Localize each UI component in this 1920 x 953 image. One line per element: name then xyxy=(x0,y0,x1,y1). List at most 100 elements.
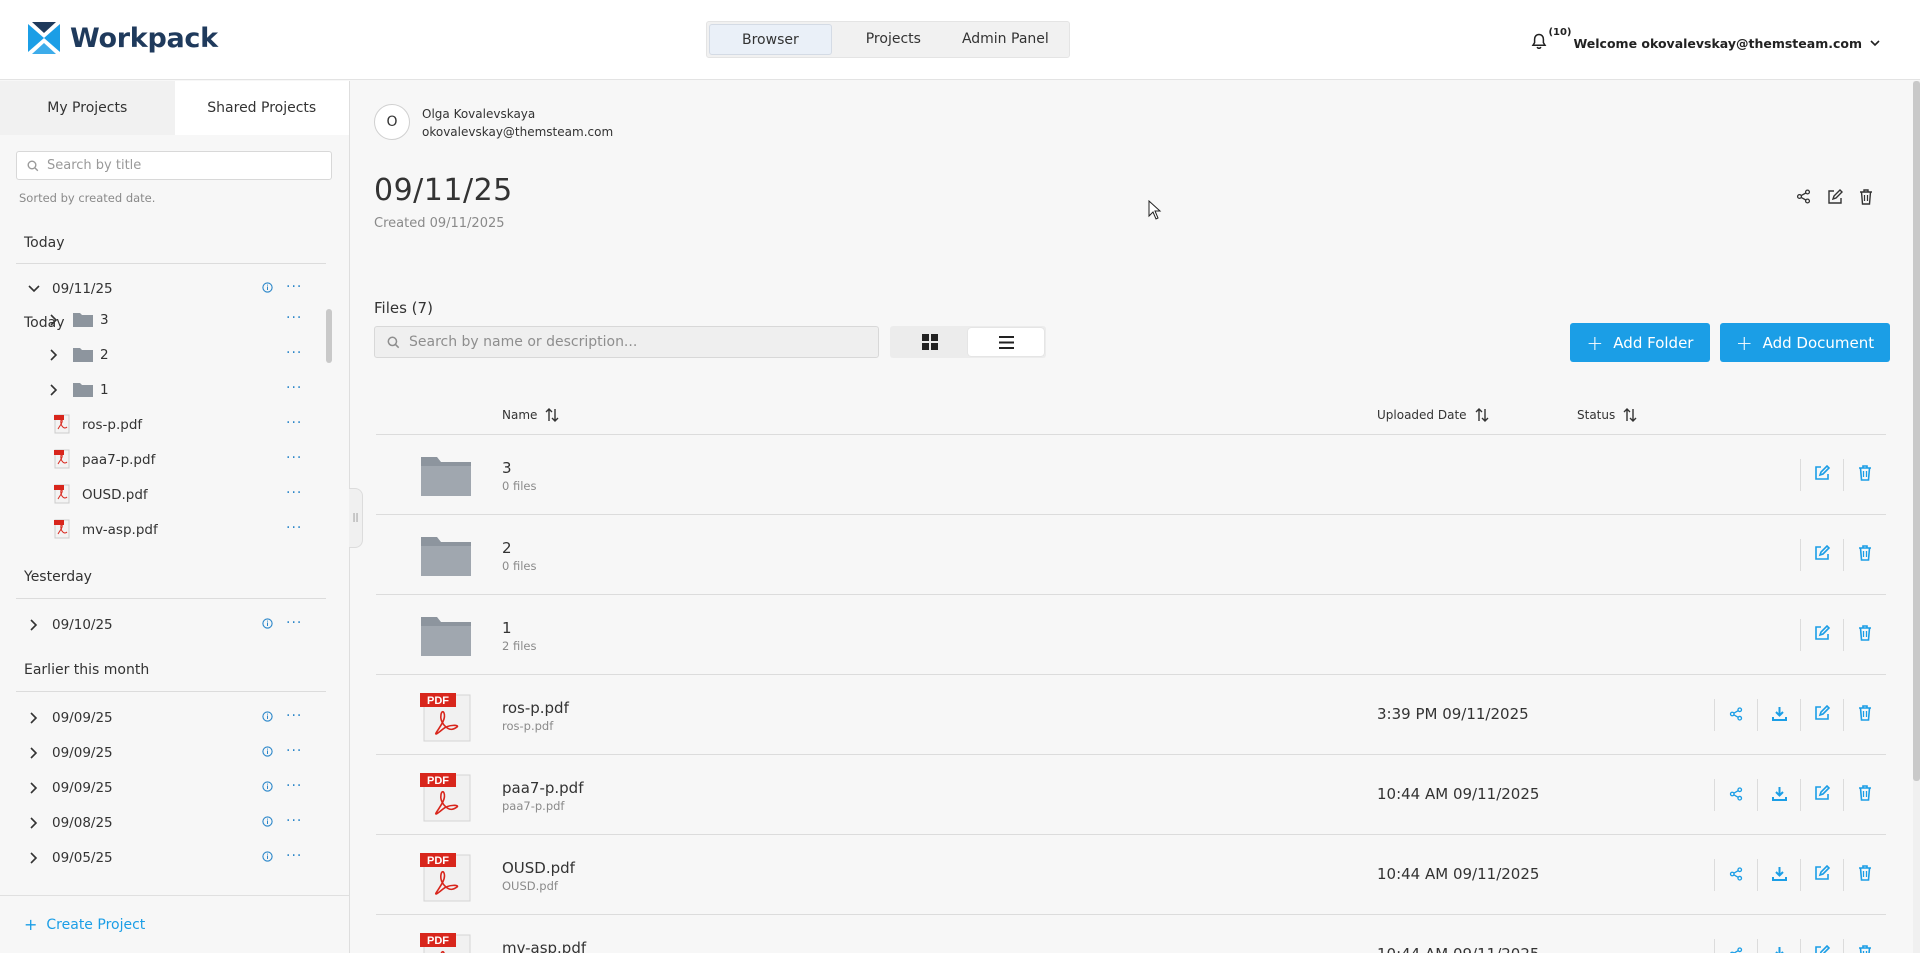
file-name[interactable]: OUSD.pdf xyxy=(502,859,575,877)
more-options-icon[interactable]: ··· xyxy=(286,416,302,430)
share-button[interactable] xyxy=(1714,859,1757,891)
chevron-right-icon[interactable] xyxy=(47,348,61,362)
info-icon[interactable] xyxy=(262,780,273,796)
info-icon[interactable] xyxy=(262,745,273,761)
more-options-icon[interactable]: ··· xyxy=(286,381,302,395)
pdf-icon[interactable]: PDF xyxy=(420,853,472,907)
folder-row[interactable]: 1 2 files xyxy=(376,595,1886,675)
tree-project-row[interactable]: 09/09/25 ··· xyxy=(0,738,332,768)
file-row[interactable]: PDF mv-asp.pdf 10:44 AM 09/11/2025 xyxy=(376,915,1886,953)
info-icon[interactable] xyxy=(262,281,273,297)
tree-project-row[interactable]: 09/11/25 ··· xyxy=(0,274,332,304)
delete-button[interactable] xyxy=(1843,459,1886,491)
pdf-icon[interactable]: PDF xyxy=(420,933,472,953)
project-search-input[interactable] xyxy=(47,158,317,173)
more-options-icon[interactable]: ··· xyxy=(286,451,302,465)
file-search-input[interactable] xyxy=(409,334,869,350)
file-name[interactable]: paa7-p.pdf xyxy=(502,779,583,797)
chevron-right-icon[interactable] xyxy=(47,313,61,327)
folder-icon[interactable] xyxy=(420,533,472,581)
add-document-button[interactable]: + Add Document xyxy=(1720,323,1890,362)
more-options-icon[interactable]: ··· xyxy=(286,779,302,793)
chevron-right-icon[interactable] xyxy=(27,746,41,760)
add-folder-button[interactable]: + Add Folder xyxy=(1570,323,1710,362)
tree-folder-row[interactable]: 3 ··· xyxy=(0,305,332,335)
more-options-icon[interactable]: ··· xyxy=(286,814,302,828)
tree-file-row[interactable]: mv-asp.pdf ··· xyxy=(0,515,332,545)
more-options-icon[interactable]: ··· xyxy=(286,486,302,500)
edit-button[interactable] xyxy=(1800,779,1843,811)
tree-file-label[interactable]: mv-asp.pdf xyxy=(82,522,158,538)
tree-file-label[interactable]: OUSD.pdf xyxy=(82,487,148,503)
welcome-user-menu[interactable]: Welcome okovalevskay@themsteam.com xyxy=(1573,36,1862,51)
more-options-icon[interactable]: ··· xyxy=(286,616,302,630)
tree-file-row[interactable]: OUSD.pdf ··· xyxy=(0,480,332,510)
tree-file-label[interactable]: paa7-p.pdf xyxy=(82,452,155,468)
tree-file-label[interactable]: ros-p.pdf xyxy=(82,417,142,433)
edit-button[interactable] xyxy=(1800,619,1843,651)
edit-button[interactable] xyxy=(1800,459,1843,491)
tree-file-row[interactable]: paa7-p.pdf ··· xyxy=(0,445,332,475)
chevron-right-icon[interactable] xyxy=(27,851,41,865)
more-options-icon[interactable]: ··· xyxy=(286,709,302,723)
file-name[interactable]: ros-p.pdf xyxy=(502,699,569,717)
nav-tab-browser[interactable]: Browser xyxy=(709,24,832,55)
notifications-button[interactable]: (10) xyxy=(1531,27,1572,53)
tree-project-row[interactable]: 09/09/25 ··· xyxy=(0,773,332,803)
trash-icon[interactable] xyxy=(1859,189,1873,209)
edit-button[interactable] xyxy=(1800,859,1843,891)
edit-icon[interactable] xyxy=(1827,189,1843,209)
folder-row[interactable]: 3 0 files xyxy=(376,435,1886,515)
file-name[interactable]: 3 xyxy=(502,459,512,477)
info-icon[interactable] xyxy=(262,850,273,866)
chevron-right-icon[interactable] xyxy=(27,816,41,830)
tree-project-label[interactable]: 09/10/25 xyxy=(52,617,113,633)
tree-project-row[interactable]: 09/09/25 ··· xyxy=(0,703,332,733)
tree-folder-label[interactable]: 2 xyxy=(100,347,109,363)
chevron-right-icon[interactable] xyxy=(27,711,41,725)
share-button[interactable] xyxy=(1714,779,1757,811)
tree-project-row[interactable]: 09/05/25 ··· xyxy=(0,843,332,873)
file-name[interactable]: mv-asp.pdf xyxy=(502,939,586,953)
share-button[interactable] xyxy=(1714,699,1757,731)
more-options-icon[interactable]: ··· xyxy=(286,280,302,294)
tab-shared-projects[interactable]: Shared Projects xyxy=(174,81,349,135)
delete-button[interactable] xyxy=(1843,859,1886,891)
more-options-icon[interactable]: ··· xyxy=(286,849,302,863)
create-project-button[interactable]: + Create Project xyxy=(24,915,145,934)
tree-folder-label[interactable]: 1 xyxy=(100,382,109,398)
file-row[interactable]: PDF OUSD.pdf OUSD.pdf 10:44 AM 09/11/2025 xyxy=(376,835,1886,915)
delete-button[interactable] xyxy=(1843,939,1886,953)
info-icon[interactable] xyxy=(262,815,273,831)
tree-folder-row[interactable]: 1 ··· xyxy=(0,375,332,405)
tab-my-projects[interactable]: My Projects xyxy=(0,81,175,135)
main-scrollbar[interactable] xyxy=(1913,81,1920,953)
file-row[interactable]: PDF paa7-p.pdf paa7-p.pdf 10:44 AM 09/11/20… xyxy=(376,755,1886,835)
chevron-right-icon[interactable] xyxy=(27,618,41,632)
tree-project-label[interactable]: 09/05/25 xyxy=(52,850,113,866)
delete-button[interactable] xyxy=(1843,699,1886,731)
folder-icon[interactable] xyxy=(420,453,472,501)
tree-project-row[interactable]: 09/08/25 ··· xyxy=(0,808,332,838)
info-icon[interactable] xyxy=(262,617,273,633)
file-row[interactable]: PDF ros-p.pdf ros-p.pdf 3:39 PM 09/11/2025 xyxy=(376,675,1886,755)
file-name[interactable]: 2 xyxy=(502,539,512,557)
delete-button[interactable] xyxy=(1843,539,1886,571)
column-uploaded-date[interactable]: Uploaded Date xyxy=(1377,408,1489,422)
more-options-icon[interactable]: ··· xyxy=(286,346,302,360)
tree-project-label[interactable]: 09/11/25 xyxy=(52,281,113,297)
more-options-icon[interactable]: ··· xyxy=(286,744,302,758)
list-view-button[interactable] xyxy=(968,328,1044,356)
tree-project-label[interactable]: 09/09/25 xyxy=(52,745,113,761)
edit-button[interactable] xyxy=(1800,699,1843,731)
download-button[interactable] xyxy=(1757,859,1800,891)
share-icon[interactable] xyxy=(1796,189,1811,209)
download-button[interactable] xyxy=(1757,939,1800,953)
more-options-icon[interactable]: ··· xyxy=(286,311,302,325)
nav-tab-projects[interactable]: Projects xyxy=(832,24,944,55)
edit-button[interactable] xyxy=(1800,939,1843,953)
tree-project-row[interactable]: 09/10/25 ··· xyxy=(0,610,332,640)
sidebar-scrollbar[interactable] xyxy=(326,309,332,363)
column-status[interactable]: Status xyxy=(1577,408,1637,422)
edit-button[interactable] xyxy=(1800,539,1843,571)
